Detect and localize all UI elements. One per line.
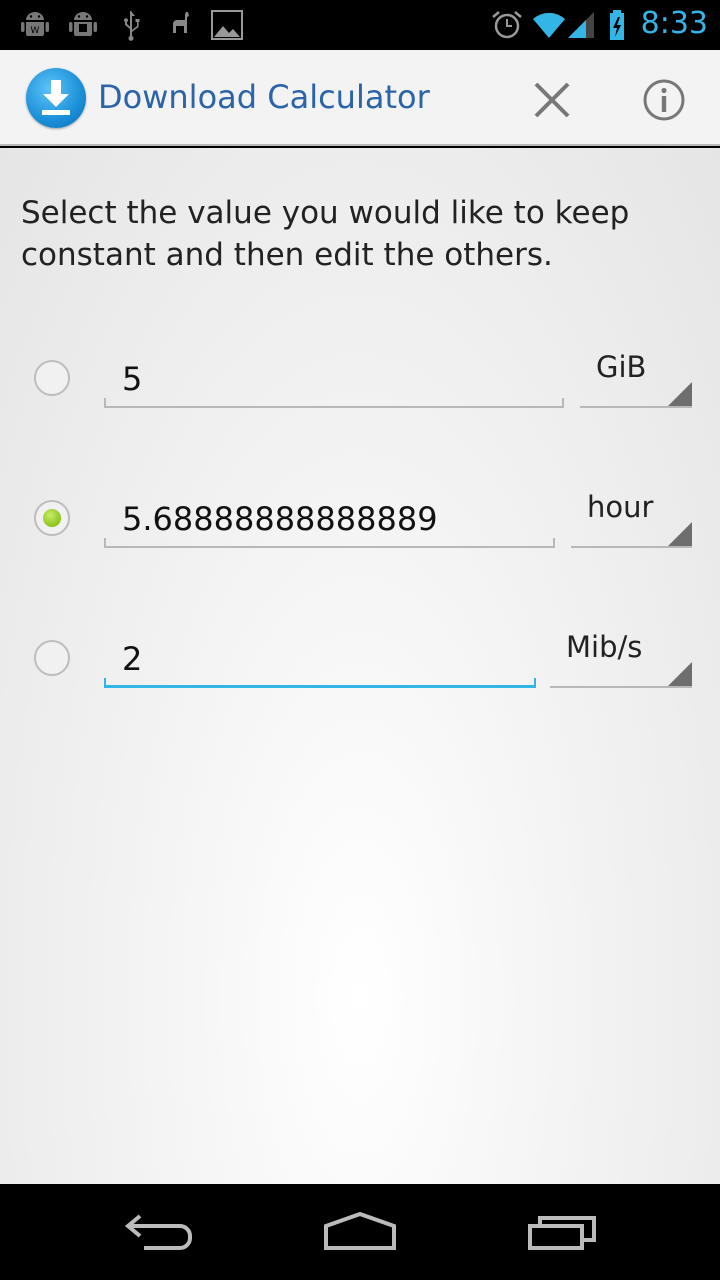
svg-text:W: W	[31, 26, 40, 36]
time-input[interactable]: 5.68888888888889	[104, 488, 555, 548]
info-icon	[643, 79, 685, 121]
dropdown-arrow-icon	[668, 522, 692, 546]
app-title: Download Calculator	[98, 78, 430, 116]
close-button[interactable]	[522, 70, 582, 130]
size-unit-dropdown[interactable]: GiB	[580, 348, 692, 408]
android-icon: W	[18, 8, 52, 42]
dropdown-arrow-icon	[668, 662, 692, 686]
action-bar: Download Calculator	[0, 50, 720, 146]
home-icon	[324, 1211, 396, 1250]
speed-row: 2 Mib/s	[0, 618, 720, 718]
speed-value: 2	[122, 640, 143, 678]
llama-icon	[162, 8, 196, 42]
speed-constant-radio[interactable]	[34, 640, 70, 676]
recent-apps-button[interactable]	[512, 1202, 612, 1262]
size-unit-label: GiB	[596, 350, 647, 384]
battery-icon	[604, 8, 638, 42]
back-button[interactable]	[110, 1202, 210, 1262]
alarm-icon	[490, 8, 524, 42]
download-icon	[26, 68, 86, 128]
speed-unit-label: Mib/s	[566, 630, 643, 664]
status-bar: W 8:33	[0, 0, 720, 50]
time-unit-label: hour	[587, 490, 654, 524]
signal-icon	[564, 8, 598, 42]
size-row: 5 GiB	[0, 338, 720, 438]
status-time: 8:33	[640, 6, 708, 41]
navigation-bar	[0, 1184, 720, 1280]
speed-unit-dropdown[interactable]: Mib/s	[550, 628, 692, 688]
home-button[interactable]	[310, 1202, 410, 1262]
usb-icon	[114, 8, 148, 42]
recent-apps-icon	[528, 1216, 596, 1250]
main-content: Select the value you would like to keep …	[0, 148, 720, 1184]
wifi-icon	[532, 8, 566, 42]
time-unit-dropdown[interactable]: hour	[571, 488, 692, 548]
speed-input[interactable]: 2	[104, 628, 536, 688]
size-value: 5	[122, 360, 143, 398]
info-button[interactable]	[634, 70, 694, 130]
size-input[interactable]: 5	[104, 348, 564, 408]
android-debug-icon	[66, 8, 100, 42]
size-constant-radio[interactable]	[34, 360, 70, 396]
instructions-text: Select the value you would like to keep …	[21, 195, 630, 273]
dropdown-arrow-icon	[668, 382, 692, 406]
back-icon	[124, 1214, 192, 1250]
time-constant-radio[interactable]	[34, 500, 70, 536]
time-row: 5.68888888888889 hour	[0, 478, 720, 578]
time-value: 5.68888888888889	[122, 500, 438, 538]
image-icon	[210, 8, 244, 42]
close-icon	[534, 82, 570, 118]
